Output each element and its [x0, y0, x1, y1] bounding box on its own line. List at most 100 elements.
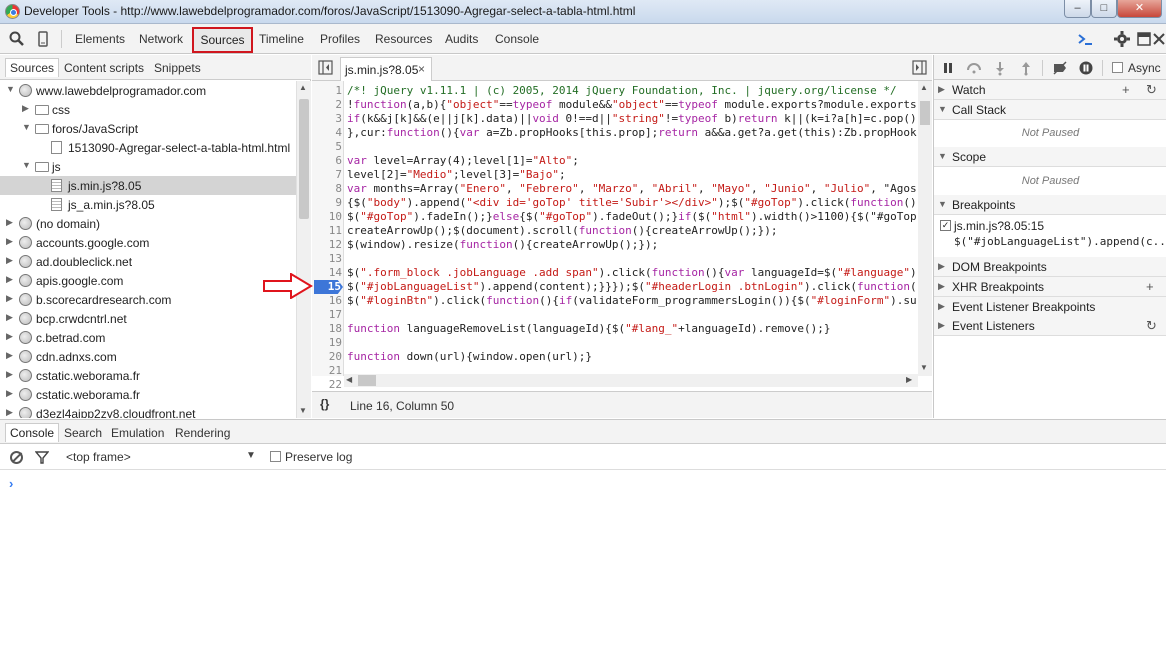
expand-icon[interactable]: ▶ [6, 293, 13, 304]
collapse-icon[interactable]: ▼ [22, 160, 31, 170]
expand-icon[interactable]: ▶ [6, 388, 13, 399]
pause-icon[interactable] [940, 60, 956, 76]
tree-item[interactable]: js_a.min.js?8.05 [0, 195, 296, 214]
line-number[interactable]: 8 [312, 182, 342, 196]
tab-resources[interactable]: Resources [375, 32, 432, 46]
close-icon[interactable] [1150, 30, 1166, 48]
tree-item[interactable]: js.min.js?8.05 [0, 176, 296, 195]
expand-icon[interactable]: ▶ [22, 103, 29, 114]
editor-hscroll-thumb[interactable] [358, 375, 376, 386]
line-number[interactable]: 10 [312, 210, 342, 224]
watch-pane-header[interactable]: ▶ Watch + ↻ [934, 80, 1166, 100]
tree-item[interactable]: ▶ accounts.google.com [0, 233, 296, 252]
nav-tab-sources[interactable]: Sources [5, 58, 60, 77]
expand-icon[interactable]: ▶ [6, 331, 13, 342]
line-number[interactable]: 12 [312, 238, 342, 252]
line-number[interactable]: 16 [312, 294, 342, 308]
settings-icon[interactable] [1113, 30, 1131, 48]
console-drawer-icon[interactable] [1076, 30, 1094, 48]
tree-item[interactable]: 1513090-Agregar-select-a-tabla-html.html [0, 138, 296, 157]
tab-sources[interactable]: Sources [192, 27, 253, 53]
collapse-icon[interactable]: ▼ [22, 122, 31, 132]
expand-icon[interactable]: ▶ [6, 350, 13, 361]
collapse-icon[interactable]: ▼ [6, 84, 15, 94]
line-number[interactable]: 18 [312, 322, 342, 336]
step-into-icon[interactable] [992, 60, 1008, 76]
line-number[interactable]: 4 [312, 126, 342, 140]
tree-item[interactable]: ▶ (no domain) [0, 214, 296, 233]
dom-breakpoints-pane-header[interactable]: ▶ DOM Breakpoints [934, 257, 1166, 277]
drawer-tab-search[interactable]: Search [64, 426, 102, 440]
scope-pane-header[interactable]: ▼ Scope [934, 147, 1166, 167]
line-number[interactable]: 20 [312, 350, 342, 364]
frame-select[interactable]: <top frame> ▼ [66, 450, 261, 464]
console-output[interactable]: › [0, 471, 1166, 647]
line-number[interactable]: 13 [312, 252, 342, 266]
line-number[interactable]: 19 [312, 336, 342, 350]
editor-horizontal-scrollbar[interactable]: ◀ ▶ [344, 374, 918, 387]
line-number[interactable]: 6 [312, 154, 342, 168]
line-number[interactable]: 1 [312, 84, 342, 98]
tree-item[interactable]: ▼ foros/JavaScript [0, 119, 296, 138]
preserve-log-checkbox[interactable] [270, 451, 281, 462]
scroll-left-icon[interactable]: ◀ [346, 375, 352, 384]
nav-tab-content-scripts[interactable]: Content scripts [64, 61, 144, 75]
tab-elements[interactable]: Elements [75, 32, 125, 46]
maximize-button[interactable]: □ [1091, 0, 1117, 18]
scroll-up-icon[interactable]: ▲ [299, 83, 307, 92]
tree-scrollbar[interactable]: ▲ ▼ [296, 81, 311, 418]
event-listener-breakpoints-pane-header[interactable]: ▶ Event Listener Breakpoints [934, 297, 1166, 317]
close-window-button[interactable]: ✕ [1117, 0, 1162, 18]
scroll-right-icon[interactable]: ▶ [906, 375, 912, 384]
deactivate-breakpoints-icon[interactable] [1052, 60, 1068, 76]
tab-network[interactable]: Network [139, 32, 183, 46]
close-tab-icon[interactable]: × [418, 62, 425, 76]
pretty-print-button[interactable]: {} [320, 397, 329, 411]
code-editor[interactable]: 1 2 3 4 5 6 7 8 9 10 11 12 13 14 15 16 17 18 19 20 21 22 /*! … [312, 81, 932, 391]
tree-item[interactable]: ▶ bcp.crwdcntrl.net [0, 309, 296, 328]
xhr-breakpoints-pane-header[interactable]: ▶ XHR Breakpoints + [934, 277, 1166, 297]
line-number[interactable]: 5 [312, 140, 342, 154]
device-mode-icon[interactable] [34, 30, 52, 48]
toggle-debugger-icon[interactable] [912, 60, 927, 75]
add-xhr-breakpoint-icon[interactable]: + [1146, 279, 1154, 294]
nav-tab-snippets[interactable]: Snippets [154, 61, 201, 75]
scroll-down-icon[interactable]: ▼ [299, 406, 307, 415]
pause-on-exceptions-icon[interactable] [1078, 60, 1094, 76]
tab-audits[interactable]: Audits [445, 32, 478, 46]
breakpoint-marker[interactable]: 15 [314, 280, 343, 294]
tree-item[interactable]: ▼ www.lawebdelprogramador.com [0, 81, 296, 100]
line-number[interactable]: 22 [312, 378, 342, 391]
tree-item[interactable]: ▶ ad.doubleclick.net [0, 252, 296, 271]
line-number[interactable]: 3 [312, 112, 342, 126]
toggle-navigator-icon[interactable] [318, 60, 333, 75]
expand-icon[interactable]: ▶ [6, 312, 13, 323]
minimize-button[interactable]: – [1064, 0, 1091, 18]
line-number[interactable]: 9 [312, 196, 342, 210]
clear-console-icon[interactable] [10, 451, 23, 464]
add-watch-icon[interactable]: + [1122, 82, 1130, 97]
console-prompt[interactable]: › [9, 476, 13, 491]
tree-item[interactable]: ▶ cstatic.weborama.fr [0, 366, 296, 385]
tree-item[interactable]: ▶ cstatic.weborama.fr [0, 385, 296, 404]
refresh-icon[interactable]: ↻ [1146, 82, 1157, 98]
expand-icon[interactable]: ▶ [6, 236, 13, 247]
line-number[interactable]: 7 [312, 168, 342, 182]
breakpoint-checkbox[interactable]: ✓ [940, 220, 951, 231]
line-number[interactable]: 17 [312, 308, 342, 322]
tree-item[interactable]: ▶ css [0, 100, 296, 119]
tab-console[interactable]: Console [495, 32, 539, 46]
event-listeners-pane-header[interactable]: ▶ Event Listeners ↻ [934, 316, 1166, 336]
expand-icon[interactable]: ▶ [6, 369, 13, 380]
editor-vertical-scrollbar[interactable]: ▲ ▼ [918, 81, 932, 376]
tree-item[interactable]: ▶ d3ezl4ajpp2zy8.cloudfront.net [0, 404, 296, 418]
tab-timeline[interactable]: Timeline [259, 32, 304, 46]
expand-icon[interactable]: ▶ [6, 407, 13, 418]
step-out-icon[interactable] [1018, 60, 1034, 76]
expand-icon[interactable]: ▶ [6, 217, 13, 228]
filter-icon[interactable] [35, 451, 49, 464]
expand-icon[interactable]: ▶ [6, 274, 13, 285]
editor-tab[interactable]: js.min.js?8.05 × [340, 57, 432, 81]
refresh-icon[interactable]: ↻ [1146, 318, 1157, 334]
tree-item[interactable]: ▶ cdn.adnxs.com [0, 347, 296, 366]
